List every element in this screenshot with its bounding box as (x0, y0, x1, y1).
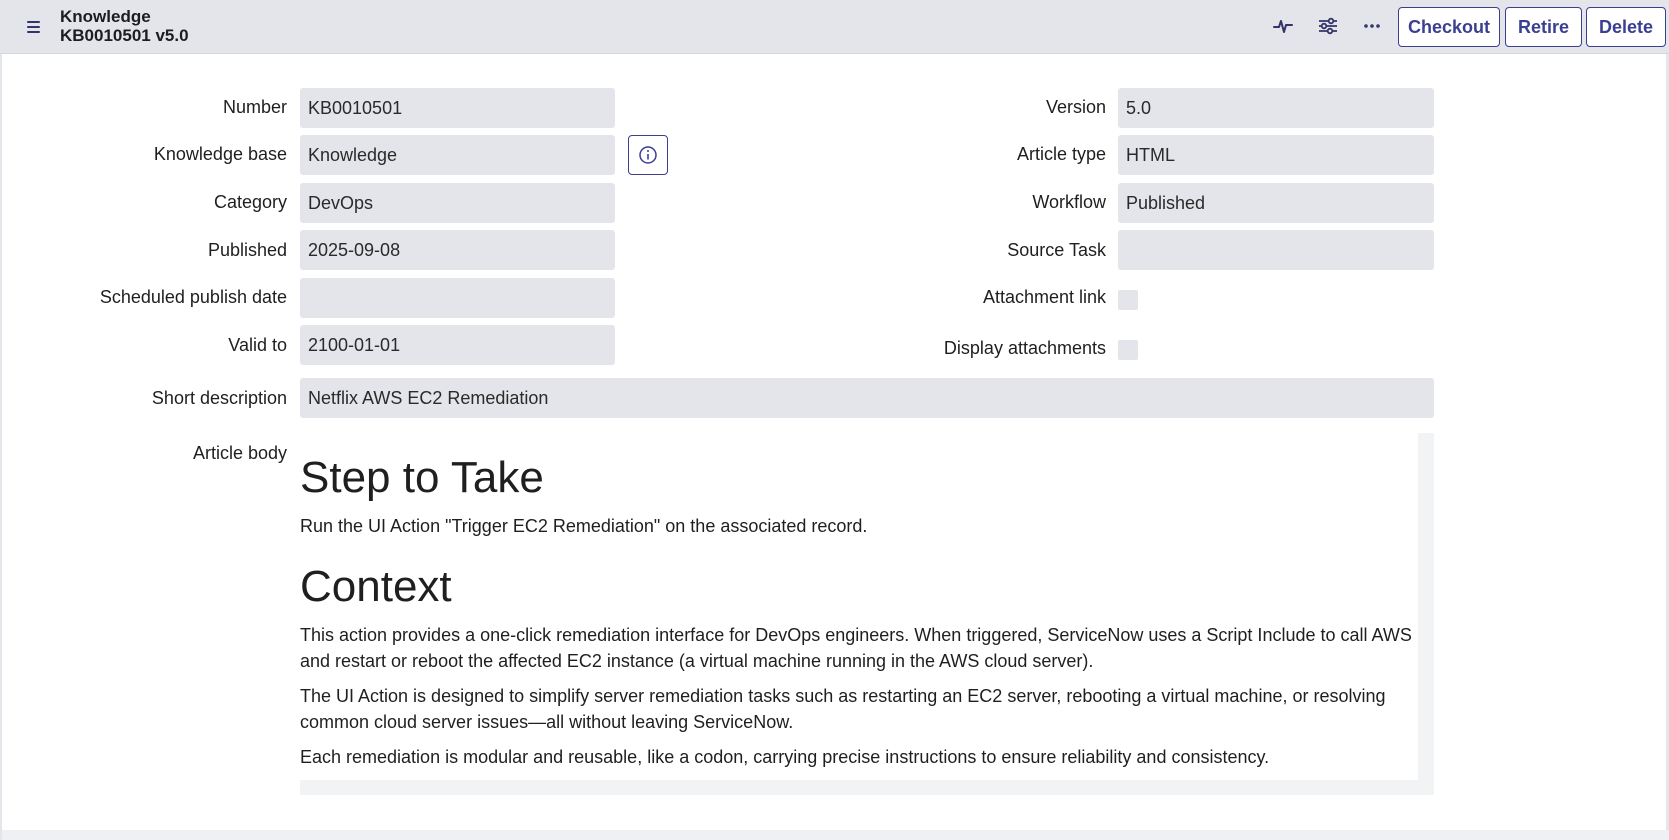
scheduled-publish-date-field[interactable] (300, 278, 615, 318)
number-field[interactable]: KB0010501 (300, 88, 615, 128)
body-heading-context: Context (300, 562, 452, 611)
settings-sliders-icon[interactable] (1316, 14, 1340, 38)
body-paragraph-3: The UI Action is designed to simplify se… (300, 686, 1386, 732)
delete-button[interactable]: Delete (1586, 7, 1666, 47)
article-type-label: Article type (1016, 144, 1106, 164)
published-label: Published (207, 240, 287, 260)
article-body-label: Article body (192, 443, 287, 463)
version-field[interactable]: 5.0 (1118, 88, 1434, 128)
record-title: Knowledge KB0010501 v5.0 (60, 7, 189, 45)
article-body-content[interactable]: Step to Take Run the UI Action "Trigger … (300, 433, 1418, 780)
bottom-bar (2, 830, 1669, 840)
record-number-version: KB0010501 v5.0 (60, 26, 189, 45)
attachment-link-label: Attachment link (982, 287, 1106, 307)
display-attachments-checkbox[interactable] (1118, 340, 1138, 360)
display-attachments-label: Display attachments (943, 338, 1106, 358)
category-field[interactable]: DevOps (300, 183, 615, 223)
retire-button[interactable]: Retire (1505, 7, 1582, 47)
knowledge-base-label: Knowledge base (153, 144, 287, 164)
more-options-icon[interactable] (1360, 14, 1384, 38)
checkout-button[interactable]: Checkout (1398, 7, 1500, 47)
source-task-field[interactable] (1118, 230, 1434, 270)
category-label: Category (213, 192, 287, 212)
valid-to-label: Valid to (228, 335, 287, 355)
scheduled-publish-date-label: Scheduled publish date (99, 287, 287, 307)
valid-to-field[interactable]: 2100-01-01 (300, 325, 615, 365)
body-paragraph-4: Each remediation is modular and reusable… (300, 747, 1270, 767)
number-label: Number (222, 97, 287, 117)
menu-icon[interactable] (24, 16, 44, 36)
short-description-field[interactable]: Netflix AWS EC2 Remediation (300, 378, 1434, 418)
table-name: Knowledge (60, 7, 151, 26)
body-heading-step: Step to Take (300, 453, 544, 502)
info-icon (639, 146, 657, 164)
activity-icon[interactable] (1271, 14, 1295, 38)
knowledge-base-info-button[interactable] (628, 135, 668, 175)
article-body-editor[interactable]: Step to Take Run the UI Action "Trigger … (300, 433, 1434, 795)
body-paragraph-2: This action provides a one-click remedia… (300, 625, 1412, 671)
body-paragraph-1: Run the UI Action "Trigger EC2 Remediati… (300, 516, 868, 536)
short-description-label: Short description (151, 388, 287, 408)
source-task-label: Source Task (1007, 240, 1106, 260)
knowledge-base-field[interactable]: Knowledge (300, 135, 615, 175)
article-type-field[interactable]: HTML (1118, 135, 1434, 175)
version-label: Version (1045, 97, 1106, 117)
workflow-field[interactable]: Published (1118, 183, 1434, 223)
workflow-label: Workflow (1032, 192, 1106, 212)
attachment-link-checkbox[interactable] (1118, 290, 1138, 310)
form-header: Knowledge KB0010501 v5.0 Checkout Retire… (0, 0, 1669, 54)
published-field[interactable]: 2025-09-08 (300, 230, 615, 270)
